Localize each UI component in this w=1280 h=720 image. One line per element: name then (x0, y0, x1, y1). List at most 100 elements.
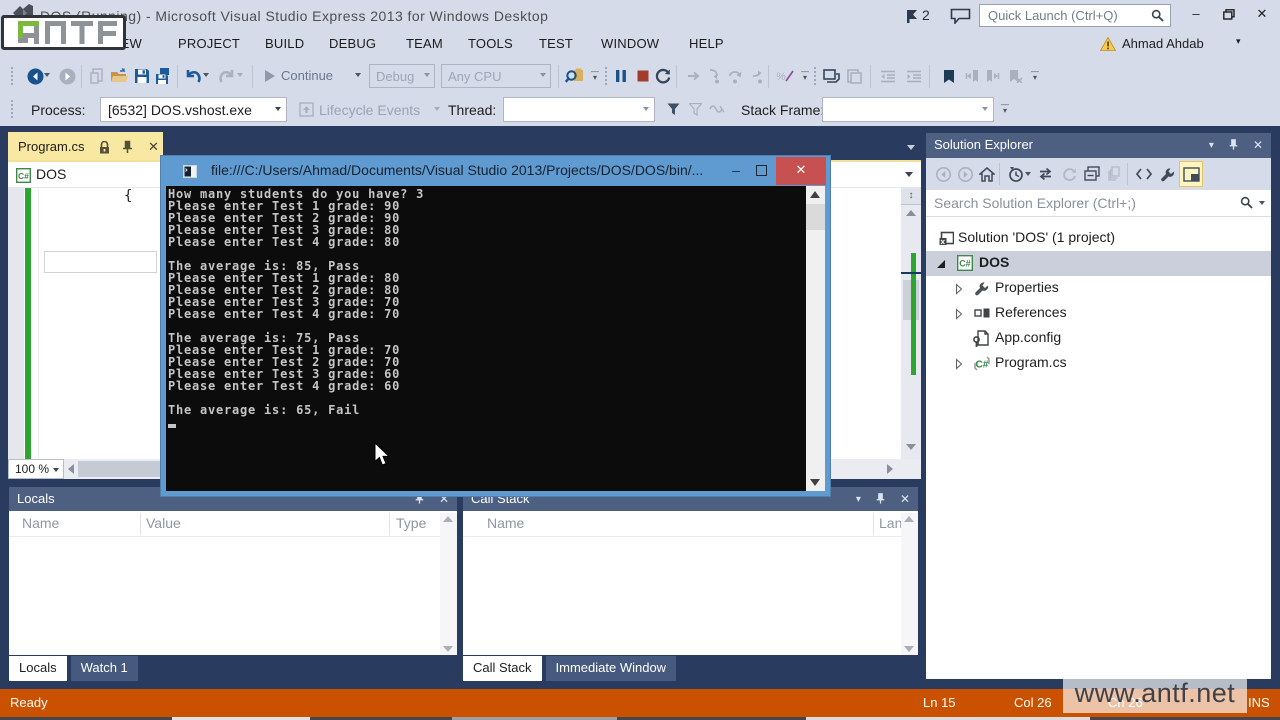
clear-bookmarks-button[interactable] (1004, 65, 1026, 87)
editor-vertical-scrollbar[interactable]: ↕ (901, 188, 921, 459)
se-search-caret[interactable] (1259, 201, 1265, 205)
tree-label[interactable]: Program.cs (995, 354, 1067, 370)
zoom-caret[interactable] (53, 468, 59, 472)
se-properties-button[interactable] (1156, 163, 1178, 185)
lifecycle-events-label[interactable]: Lifecycle Events (319, 102, 420, 118)
scroll-left-arrow[interactable] (68, 464, 74, 474)
locals-scrollbar[interactable] (440, 513, 457, 655)
tab-call-stack[interactable]: Call Stack (463, 656, 542, 681)
tab-watch-1[interactable]: Watch 1 (71, 656, 138, 681)
show-next-statement-button[interactable] (683, 65, 705, 87)
combo-caret-icon[interactable] (540, 73, 546, 77)
menu-debug[interactable]: DEBUG (329, 36, 376, 51)
pin-icon[interactable] (875, 492, 886, 505)
search-icon[interactable] (1151, 9, 1164, 22)
se-sync-with-active-document-button[interactable] (1034, 163, 1056, 185)
previous-bookmark-button[interactable] (960, 65, 982, 87)
toolbar-grip[interactable] (604, 66, 609, 87)
scroll-up-arrow[interactable] (906, 210, 916, 216)
expander-collapsed-icon[interactable] (955, 283, 963, 295)
se-show-all-files-button[interactable] (1104, 163, 1126, 185)
toolbar-overflow[interactable]: — (800, 68, 810, 84)
user-name[interactable]: Ahmad Ahdab (1122, 36, 1204, 51)
open-file-button[interactable] (108, 65, 130, 87)
process-up-icon[interactable] (295, 98, 317, 120)
combo-caret-icon[interactable] (982, 107, 988, 111)
warning-icon[interactable] (1100, 37, 1116, 51)
solution-configuration-combo[interactable]: Debug (369, 64, 435, 88)
se-pending-changes-filter-button[interactable] (1005, 163, 1027, 185)
column-divider[interactable] (873, 513, 874, 535)
console-close-button[interactable]: ✕ (776, 157, 826, 185)
menu-build[interactable]: BUILD (265, 36, 304, 51)
tree-row-app-config[interactable]: App.config (926, 326, 1271, 351)
document-tab-label[interactable]: Program.cs (18, 139, 84, 154)
tree-row-references[interactable]: References (926, 301, 1271, 326)
se-forward-button[interactable] (954, 163, 976, 185)
redo-caret[interactable] (237, 73, 245, 79)
solution-explorer-titlebar[interactable]: Solution Explorer ▾ ✕ (926, 133, 1271, 158)
se-filter-caret[interactable] (1025, 172, 1033, 178)
save-button[interactable] (131, 65, 153, 87)
window-position-caret-icon[interactable]: ▾ (856, 492, 861, 506)
undo-caret[interactable] (203, 73, 211, 79)
continue-caret[interactable] (355, 73, 363, 79)
menu-help[interactable]: HELP (689, 36, 724, 51)
column-value[interactable]: Value (146, 515, 181, 531)
zoom-combo[interactable]: 100 % (8, 459, 64, 479)
call-stack-scrollbar[interactable] (901, 513, 918, 655)
expander-collapsed-icon[interactable] (955, 358, 963, 370)
column-divider[interactable] (140, 513, 141, 535)
se-home-button[interactable] (976, 163, 998, 185)
console-output[interactable]: How many students do you have? 3 Please … (166, 186, 825, 491)
tree-label[interactable]: Properties (995, 279, 1059, 295)
tree-label[interactable]: Solution 'DOS' (1 project) (958, 229, 1115, 245)
increase-indent-button[interactable] (903, 65, 925, 87)
scroll-up-arrow[interactable] (443, 516, 453, 522)
combo-caret-icon[interactable] (275, 107, 281, 111)
continue-label[interactable]: Continue (281, 68, 333, 83)
process-combo[interactable]: [6532] DOS.vshost.exe (100, 97, 287, 122)
document-tab-program-cs[interactable]: Program.cs ✕ (8, 132, 163, 162)
navigate-backward-button[interactable] (24, 65, 46, 87)
column-type[interactable]: Type (396, 515, 426, 531)
suspend-threads-icon[interactable] (706, 98, 728, 120)
expander-expanded-icon[interactable] (936, 259, 946, 269)
pin-icon[interactable] (121, 140, 134, 154)
scroll-down-arrow[interactable] (904, 646, 914, 652)
window-position-caret-icon[interactable]: ▾ (1209, 138, 1214, 152)
solution-platform-combo[interactable]: Any CPU (441, 64, 551, 88)
se-preview-selected-items-button[interactable] (1179, 161, 1203, 187)
restore-button[interactable] (1218, 6, 1240, 23)
tree-row-solution[interactable]: Solution 'DOS' (1 project) (926, 226, 1271, 251)
navigate-backward-caret[interactable] (44, 73, 52, 79)
scrollbar-thumb[interactable] (806, 204, 825, 230)
step-into-button[interactable] (703, 65, 725, 87)
menu-project[interactable]: PROJECT (178, 36, 240, 51)
expander-collapsed-icon[interactable] (955, 308, 963, 320)
scroll-up-arrow[interactable] (904, 516, 914, 522)
notifications-flag-icon[interactable] (906, 9, 920, 23)
close-icon[interactable]: ✕ (900, 492, 910, 506)
toggle-bookmark-button[interactable] (938, 65, 960, 87)
tree-row-properties[interactable]: Properties (926, 276, 1271, 301)
next-bookmark-button[interactable] (982, 65, 1004, 87)
tab-close-icon[interactable]: ✕ (148, 140, 160, 153)
scroll-down-arrow[interactable] (443, 646, 453, 652)
combo-caret-icon[interactable] (643, 107, 649, 111)
se-refresh-button[interactable] (1058, 163, 1080, 185)
flag-threads-icon[interactable] (684, 98, 706, 120)
toolbar-grip[interactable] (10, 66, 15, 87)
new-item-button[interactable] (86, 65, 108, 87)
quick-launch-box[interactable]: Quick Launch (Ctrl+Q) (979, 4, 1171, 27)
disable-breakpoints-button[interactable] (844, 65, 866, 87)
column-name[interactable]: Name (22, 515, 59, 531)
feedback-bubble-icon[interactable] (950, 8, 971, 24)
filter-threads-icon[interactable] (662, 98, 684, 120)
scroll-down-arrow[interactable] (906, 444, 916, 450)
breakpoints-window-button[interactable] (820, 65, 842, 87)
scroll-up-arrow[interactable] (810, 191, 820, 198)
scroll-down-arrow[interactable] (810, 479, 820, 486)
tab-immediate-window[interactable]: Immediate Window (546, 656, 677, 681)
break-all-button[interactable] (610, 65, 632, 87)
